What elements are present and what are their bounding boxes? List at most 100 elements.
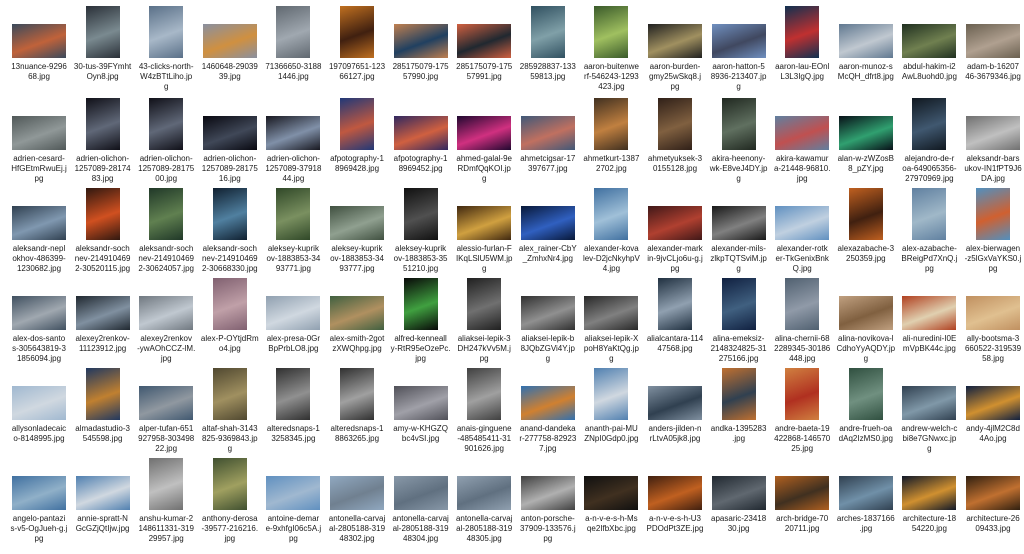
file-item[interactable]: adrien-olichon- 1257089-37918 44.jpg xyxy=(262,92,324,183)
file-item[interactable]: alina-novikova-l CdhoYyAQDY.jp g xyxy=(835,272,897,363)
file-item[interactable]: anand-dandeka r-277758-82923 7.jpg xyxy=(517,362,579,453)
file-item[interactable]: 71366650-3188 1446.jpg xyxy=(262,0,324,81)
file-item[interactable]: angelo-pantazi s-v5-OgJueh-g.j pg xyxy=(8,452,70,543)
file-item[interactable]: ananth-pai-MU ZNpI0Gdp0.jpg xyxy=(580,362,642,443)
file-item[interactable]: antonella-carvaj al-2805188-319 48302.jp… xyxy=(326,452,388,543)
file-item[interactable]: aleksandr-bars ukov-IN1fPT9J6 DA.jpg xyxy=(962,92,1024,183)
file-thumbnail[interactable] xyxy=(594,6,629,58)
file-thumbnail[interactable] xyxy=(467,368,502,420)
file-thumbnail[interactable] xyxy=(85,98,120,150)
file-thumbnail[interactable] xyxy=(85,188,120,240)
file-item[interactable]: ahmetkurt-1387 2702.jpg xyxy=(580,92,642,173)
file-item[interactable]: alex-presa-0Gr BpPrbLO8.jpg xyxy=(262,272,324,353)
file-item[interactable]: adrien-olichon- 1257089-28175 16.jpg xyxy=(199,92,261,183)
file-item[interactable]: alper-tufan-651 927958-303498 22.jpg xyxy=(135,362,197,453)
file-thumbnail[interactable] xyxy=(149,98,184,150)
file-item[interactable]: alex-bierwagen -z5lGxVaYKS0.j pg xyxy=(962,182,1024,273)
file-thumbnail[interactable] xyxy=(266,296,321,330)
file-thumbnail[interactable] xyxy=(902,24,957,58)
file-thumbnail[interactable] xyxy=(266,116,321,150)
file-thumbnail[interactable] xyxy=(594,368,629,420)
file-thumbnail[interactable] xyxy=(838,476,893,510)
file-item[interactable]: afpotography-1 8969452.jpg xyxy=(390,92,452,173)
file-item[interactable]: alialcantara-114 47568.jpg xyxy=(644,272,706,353)
file-thumbnail[interactable] xyxy=(775,476,830,510)
file-item[interactable]: abdul-hakim-i2 AwL8uohd0.jpg xyxy=(898,0,960,81)
file-thumbnail[interactable] xyxy=(266,476,321,510)
file-item[interactable]: allysonladecaic o-8148995.jpg xyxy=(8,362,70,443)
file-thumbnail[interactable] xyxy=(149,458,184,510)
file-item[interactable]: andy-4jlM2C8d 4Ao.jpg xyxy=(962,362,1024,443)
file-item[interactable]: 13nuance-9296 68.jpg xyxy=(8,0,70,81)
file-thumbnail[interactable] xyxy=(340,6,374,58)
file-item[interactable]: 285175079-175 57991.jpg xyxy=(453,0,515,81)
file-thumbnail[interactable] xyxy=(912,188,947,240)
file-item[interactable]: architecture-18 54220.jpg xyxy=(898,452,960,533)
file-item[interactable]: alexander-rotk er-TkGenixBnk Q.jpg xyxy=(771,182,833,273)
file-thumbnail[interactable] xyxy=(648,476,702,510)
file-thumbnail[interactable] xyxy=(721,98,756,150)
file-item[interactable]: anders-jilden-n rLtvA05jk8.jpg xyxy=(644,362,706,443)
file-item[interactable]: antonella-carvaj al-2805188-319 48304.jp… xyxy=(390,452,452,543)
file-thumbnail[interactable] xyxy=(202,24,257,58)
file-thumbnail[interactable] xyxy=(584,476,639,510)
file-item[interactable]: antoine-demar e-9xhfgI06c5A.j pg xyxy=(262,452,324,543)
file-item[interactable]: andre-baeta-19 422868-146570 25.jpg xyxy=(771,362,833,453)
file-item[interactable]: arches-1837166 .jpg xyxy=(835,452,897,533)
file-thumbnail[interactable] xyxy=(520,296,575,330)
file-item[interactable]: aaron-munoz-s McQH_dfrt8.jpg xyxy=(835,0,897,81)
file-thumbnail[interactable] xyxy=(520,476,575,510)
file-item[interactable]: a-n-v-e-s-h-Ms qe2IfbXbc.jpg xyxy=(580,452,642,533)
file-thumbnail[interactable] xyxy=(530,6,565,58)
file-thumbnail[interactable] xyxy=(457,206,512,240)
file-item[interactable]: anais-ginguene -485485411-31 901626.jpg xyxy=(453,362,515,453)
file-item[interactable]: aaron-buitenwe rf-546243-1293 423.jpg xyxy=(580,0,642,91)
file-item[interactable]: aleksey-kuprik ov-1883853-34 93777.jpg xyxy=(326,182,388,273)
file-thumbnail[interactable] xyxy=(966,24,1020,58)
file-item[interactable]: alex-azabache- BReigPd7XnQ.j pg xyxy=(898,182,960,273)
file-thumbnail[interactable] xyxy=(12,206,66,240)
file-thumbnail[interactable] xyxy=(976,188,1010,240)
file-item[interactable]: andre-frueh-oa dAq2IzMS0.jpg xyxy=(835,362,897,443)
file-thumbnail[interactable] xyxy=(966,476,1020,510)
file-item[interactable]: architecture-26 09433.jpg xyxy=(962,452,1024,533)
file-thumbnail[interactable] xyxy=(658,278,692,330)
file-item[interactable]: aleksandr-soch nev-214910469 2-30624057.… xyxy=(135,182,197,273)
file-thumbnail[interactable] xyxy=(330,476,384,510)
file-thumbnail[interactable] xyxy=(838,24,893,58)
file-item[interactable]: alteredsnaps-1 8863265.jpg xyxy=(326,362,388,443)
file-thumbnail[interactable] xyxy=(75,476,130,510)
file-thumbnail[interactable] xyxy=(785,278,820,330)
file-item[interactable]: andrew-welch-c bi8e7GNwxc.jp g xyxy=(898,362,960,453)
file-item[interactable]: alex-smith-2got zXWQhpg.jpg xyxy=(326,272,388,353)
file-thumbnail[interactable] xyxy=(785,6,820,58)
file-item[interactable]: alexey2renkov -ywAOhCCZ-lM. jpg xyxy=(135,272,197,363)
file-item[interactable]: anthony-derosa -39577-216216. jpg xyxy=(199,452,261,543)
file-thumbnail[interactable] xyxy=(340,368,374,420)
file-thumbnail[interactable] xyxy=(393,24,448,58)
file-item[interactable]: apasaric-23418 30.jpg xyxy=(708,452,770,533)
file-thumbnail[interactable] xyxy=(403,188,438,240)
file-item[interactable]: aleksey-kuprik ov-1883853-34 93771.jpg xyxy=(262,182,324,273)
file-item[interactable]: anshu-kumar-2 148611331-319 29957.jpg xyxy=(135,452,197,543)
file-item[interactable]: ahmetcigsar-17 397677.jpg xyxy=(517,92,579,173)
file-thumbnail[interactable] xyxy=(139,386,194,420)
file-item[interactable]: aliaksei-lepik-b 8JQbZGVi4Y.jp g xyxy=(517,272,579,363)
file-thumbnail[interactable] xyxy=(393,386,448,420)
file-thumbnail[interactable] xyxy=(711,206,766,240)
file-item[interactable]: aliaksei-lepik-3 DH247kVv5M.j pg xyxy=(453,272,515,363)
file-thumbnail[interactable] xyxy=(966,296,1020,330)
file-item[interactable]: aaron-lau-EOnl L3L3IgQ.jpg xyxy=(771,0,833,81)
file-thumbnail[interactable] xyxy=(330,206,384,240)
file-thumbnail[interactable] xyxy=(912,98,947,150)
file-thumbnail[interactable] xyxy=(403,278,438,330)
file-thumbnail[interactable] xyxy=(457,116,512,150)
file-thumbnail[interactable] xyxy=(594,98,629,150)
file-thumbnail[interactable] xyxy=(139,296,194,330)
file-thumbnail[interactable] xyxy=(457,476,512,510)
file-item[interactable]: alex-P-OYtjdRm o4.jpg xyxy=(199,272,261,353)
file-thumbnail[interactable] xyxy=(848,368,883,420)
file-thumbnail[interactable] xyxy=(648,206,702,240)
file-thumbnail[interactable] xyxy=(902,476,957,510)
file-thumbnail[interactable] xyxy=(711,476,766,510)
